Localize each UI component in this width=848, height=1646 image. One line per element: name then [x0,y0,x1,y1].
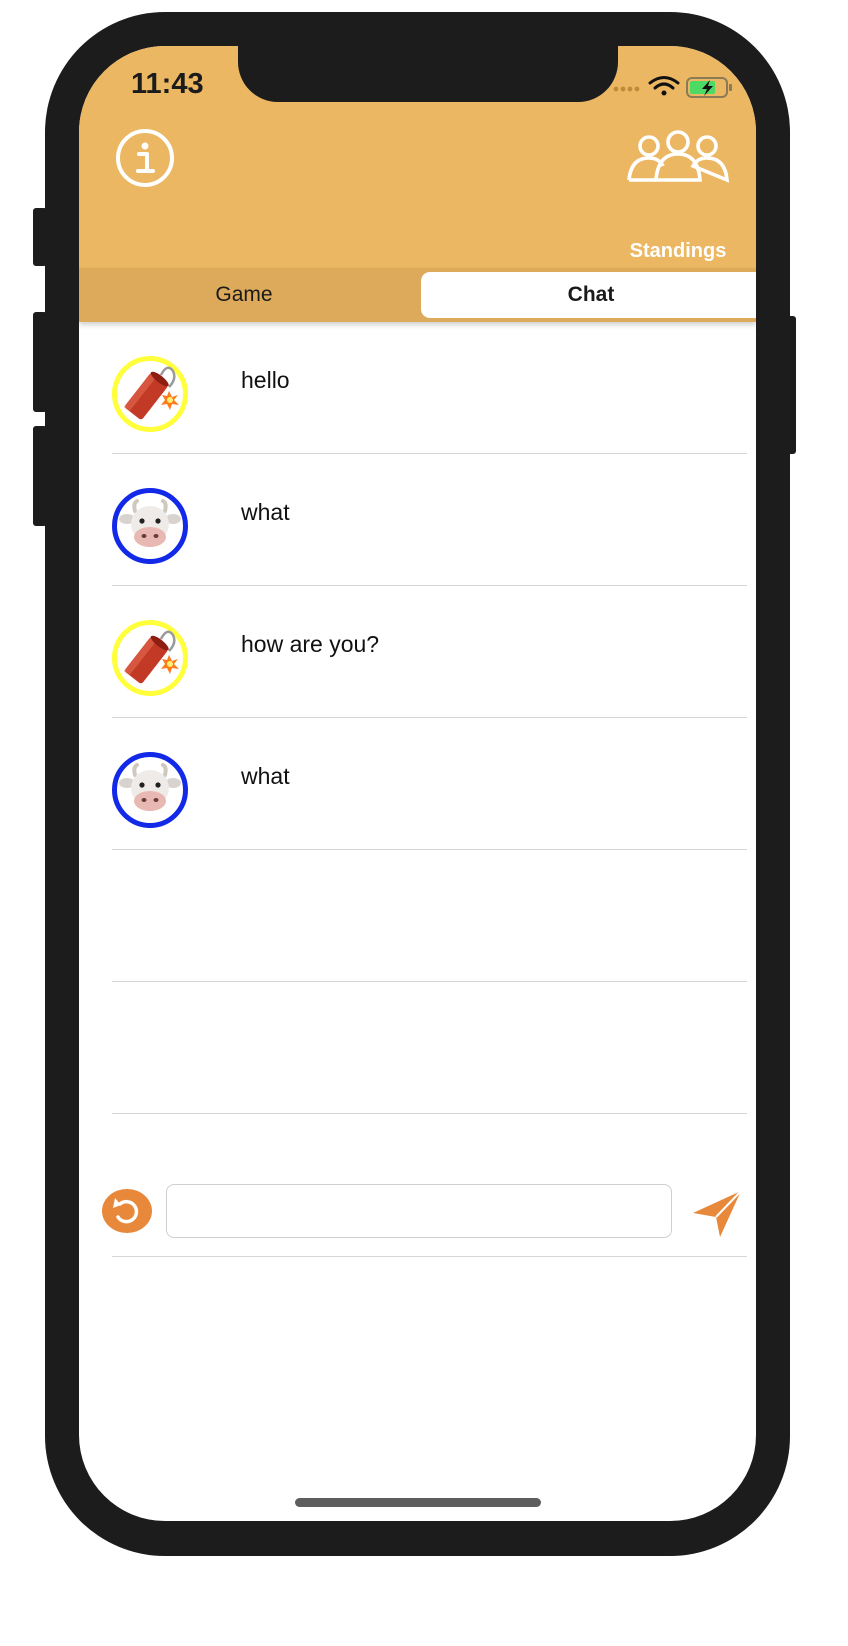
signal-dots-icon [613,86,640,92]
empty-chat-row [112,982,747,1114]
empty-chat-row [112,850,747,982]
undo-button[interactable] [102,1189,152,1233]
send-arrow-icon [693,1190,742,1237]
app-screen: 11:43 Standings Game Chat hello what how… [79,46,756,1521]
cow-face-icon [119,499,181,547]
tab-game[interactable]: Game [79,272,409,318]
message-text: how are you? [241,631,380,657]
silent-switch [33,208,47,266]
status-icons [613,76,732,98]
avatar [112,356,188,432]
app-header: 11:43 Standings [79,46,756,288]
info-button[interactable] [115,128,175,188]
chat-message-row: what [112,718,747,850]
message-input[interactable] [166,1184,672,1238]
standings-label: Standings [629,240,727,262]
segmented-tabs: Game Chat [79,268,756,322]
wifi-icon [648,76,680,96]
undo-icon [113,1198,139,1224]
message-composer [102,1157,747,1257]
volume-down-button [33,426,47,526]
avatar [112,620,188,696]
firecracker-icon [123,630,179,684]
avatar [112,752,188,828]
send-button[interactable] [690,1189,744,1239]
status-time: 11:43 [131,68,204,100]
message-text: hello [241,367,290,393]
avatar [112,488,188,564]
message-text: what [241,763,290,789]
standings-button[interactable]: Standings [623,128,733,262]
group-people-icon [627,130,730,183]
home-indicator [295,1498,541,1507]
tab-chat[interactable]: Chat [421,272,756,318]
chat-message-row: hello [112,322,747,454]
display-notch [238,46,618,102]
battery-charging-icon [686,77,732,98]
message-text: what [241,499,290,525]
volume-up-button [33,312,47,412]
firecracker-icon [123,366,179,420]
power-button [786,316,796,454]
chat-message-list: hello what how are you? what [112,322,747,1114]
cow-face-icon [119,763,181,811]
chat-message-row: what [112,454,747,586]
chat-message-row: how are you? [112,586,747,718]
info-circle-icon [116,129,174,187]
